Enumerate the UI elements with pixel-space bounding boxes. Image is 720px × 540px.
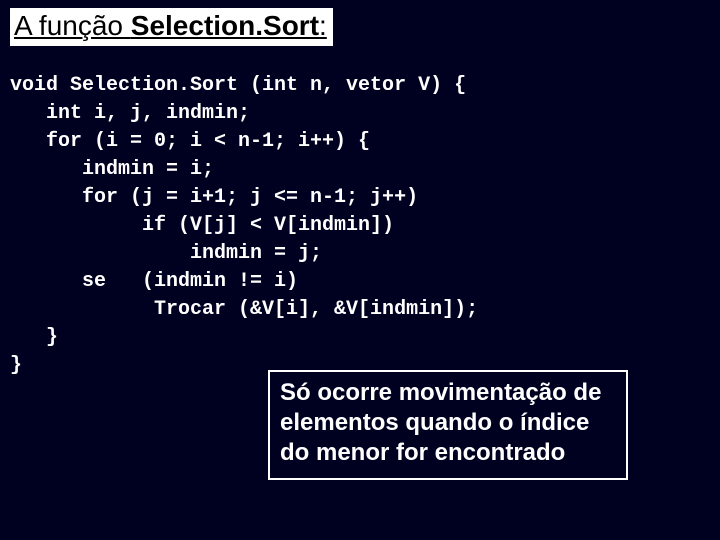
slide-title: A função Selection.Sort: [10, 8, 333, 46]
title-prefix: A função [14, 10, 131, 41]
title-text: A função Selection.Sort: [14, 10, 327, 41]
title-bold: Selection.Sort [131, 10, 319, 41]
code-block: void Selection.Sort (int n, vetor V) { i… [10, 72, 478, 380]
title-suffix: : [319, 10, 327, 41]
note-box: Só ocorre movimentação de elementos quan… [268, 370, 628, 480]
slide: A função Selection.Sort: void Selection.… [0, 0, 720, 540]
note-text: Só ocorre movimentação de elementos quan… [280, 379, 601, 466]
